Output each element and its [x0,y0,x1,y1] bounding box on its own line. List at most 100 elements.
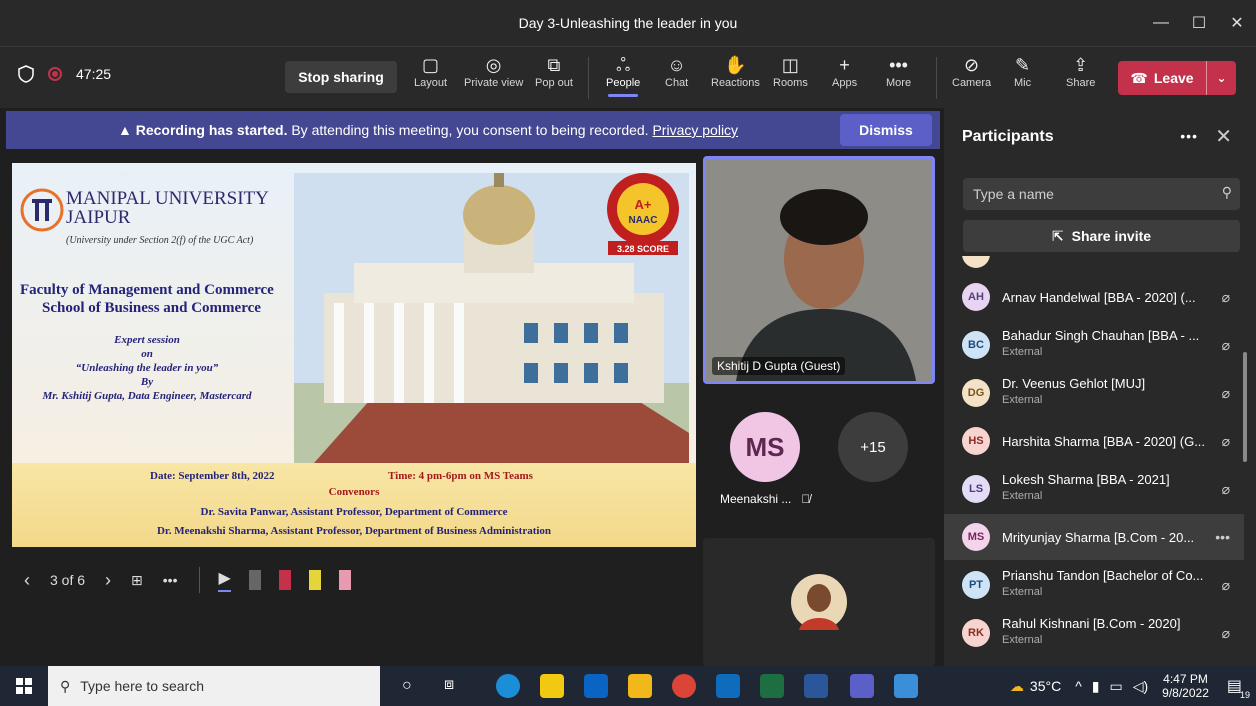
taskbar-search-input[interactable]: ⚲ Type here to search [48,666,380,706]
red-pen-icon[interactable] [278,570,291,590]
event-date: Date: September 8th, 2022 [150,470,275,482]
more-button[interactable]: ••• More [886,53,911,89]
participant-photo [791,574,847,630]
banner-bold: Recording has started. [135,122,288,138]
reactions-button[interactable]: ✋ Reactions [711,53,760,89]
layout-button[interactable]: ▢ Layout [414,53,447,89]
event-time: Time: 4 pm-6pm on MS Teams [388,470,533,482]
more-options-icon[interactable]: ••• [1215,529,1230,545]
maximize-button[interactable]: ☐ [1180,0,1218,46]
previous-slide-button[interactable]: ‹ [24,570,30,591]
search-icon: ⚲ [1221,184,1232,200]
close-icon[interactable]: ✕ [1215,124,1232,149]
participant-avatar-ms[interactable]: MS [730,412,800,482]
mic-off-icon: 🎙̸ [801,492,811,506]
next-slide-button[interactable]: › [105,570,111,591]
minimize-button[interactable]: — [1142,0,1180,46]
windows-taskbar: ⚲ Type here to search ○ ⧈ ☁ 35°C ^ ▮ ▭ ◁… [0,666,1256,706]
meeting-stage: MANIPAL UNIVERSITY JAIPUR (University un… [0,150,944,666]
clock[interactable]: 4:47 PM 9/8/2022 [1162,672,1209,700]
cortana-icon[interactable]: ○ [402,677,412,695]
store-icon[interactable] [540,674,564,698]
list-item[interactable]: RK Rahul Kishnani [B.Com - 2020] Externa… [944,610,1244,656]
word-icon[interactable] [804,674,828,698]
chevron-down-icon[interactable]: ⌄ [1206,61,1236,95]
participant-list-scrollbar[interactable] [1243,352,1247,462]
mic-tray-icon: ▮ [1091,677,1100,694]
banner-text: By attending this meeting, you consent t… [291,122,649,138]
windows-start-icon[interactable] [16,678,32,694]
volume-icon[interactable]: ◁) [1133,678,1148,695]
notification-icon[interactable]: ▤ 19 [1227,676,1250,700]
more-slide-options-icon[interactable]: ••• [163,572,178,588]
excel-icon[interactable] [760,674,784,698]
chrome-icon[interactable] [672,674,696,698]
apps-button[interactable]: + Apps [832,53,857,89]
convenors-heading: Convenors [328,486,380,498]
list-item[interactable]: PT Prianshu Tandon [Bachelor of Co... Ex… [944,562,1244,608]
panel-title: Participants [962,128,1054,145]
grid-view-icon[interactable]: ⊞ [131,572,143,589]
hand-icon: ✋ [724,55,747,75]
network-icon[interactable]: ▭ [1109,678,1122,695]
teams-icon[interactable] [850,674,874,698]
photos-icon[interactable] [894,674,918,698]
shield-icon[interactable] [18,65,34,83]
close-window-button[interactable]: ✕ [1218,0,1256,46]
mic-off-icon: ⌀ [1221,624,1230,641]
pop-out-button[interactable]: ⧉ Pop out [535,53,573,89]
list-item[interactable]: DG Dr. Veenus Gehlot [MUJ] External ⌀ [944,370,1244,416]
highlighter-icon[interactable] [308,570,321,590]
chevron-up-icon[interactable]: ^ [1075,678,1082,694]
convenor-1: Dr. Savita Panwar, Assistant Professor, … [200,506,508,518]
mic-off-icon: ⌀ [1221,336,1230,353]
stop-sharing-button[interactable]: Stop sharing [285,61,397,93]
window-title: Day 3-Unleashing the leader in you [518,15,738,31]
svg-text:NAAC: NAAC [629,215,658,226]
panel-more-icon[interactable]: ••• [1180,128,1198,144]
chat-icon: ☺ [667,55,686,75]
slide-counter: 3 of 6 [50,572,86,588]
participant-search-input[interactable]: Type a name ⚲ [963,178,1240,210]
camera-button[interactable]: ⊘ Camera [952,53,991,89]
participant-video-tile[interactable] [703,538,935,666]
phone-hangup-icon: ☎ [1130,69,1148,86]
speaker-video-tile[interactable]: Kshitij D Gupta (Guest) [703,156,935,384]
list-item[interactable]: BC Bahadur Singh Chauhan [BBA - ... Exte… [944,322,1244,368]
file-explorer-icon[interactable] [628,674,652,698]
rooms-button[interactable]: ◫ Rooms [773,53,808,89]
list-item[interactable]: LS Lokesh Sharma [BBA - 2021] External ⌀ [944,466,1244,512]
leave-button[interactable]: ☎ Leave ⌄ [1118,61,1236,95]
share-button[interactable]: ⇪ Share [1066,53,1095,89]
participant-tile-name: Meenakshi ... 🎙̸ [720,492,811,506]
mail-icon[interactable] [584,674,608,698]
svg-text:A+: A+ [635,197,652,212]
list-item[interactable]: MS Mrityunjay Sharma [B.Com - 20... ••• [944,514,1244,560]
outlook-icon[interactable] [716,674,740,698]
mic-off-icon: ✎ [1015,55,1031,75]
title-bar: Day 3-Unleashing the leader in you — ☐ ✕ [0,0,1256,46]
task-view-icon[interactable]: ⧈ [444,676,454,694]
pink-pen-icon[interactable] [338,570,351,590]
private-view-button[interactable]: ◎ Private view [464,53,523,89]
list-item[interactable]: AH Arnav Handelwal [BBA - 2020] (... ⌀ [944,274,1244,320]
dismiss-button[interactable]: Dismiss [840,114,932,146]
mic-off-icon: ⌀ [1221,432,1230,449]
more-icon: ••• [889,55,908,75]
recording-banner: ▲ Recording has started. By attending th… [6,111,940,149]
eraser-icon[interactable] [248,570,261,590]
laser-pointer-icon[interactable]: ▶ [218,568,231,592]
chat-button[interactable]: ☺ Chat [665,53,688,89]
svg-text:3.28 SCORE: 3.28 SCORE [617,244,669,254]
list-item [944,256,1244,270]
overflow-participants-button[interactable]: +15 [838,412,908,482]
mic-button[interactable]: ✎ Mic [1014,53,1031,89]
share-invite-button[interactable]: ⇱ Share invite [963,220,1240,252]
speaker-video [706,159,932,381]
privacy-policy-link[interactable]: Privacy policy [652,122,738,138]
edge-icon[interactable] [496,674,520,698]
people-button[interactable]: ஃ People [606,53,640,97]
speaker-name: Kshitij D Gupta (Guest) [712,357,846,375]
session-details: Expert session on “Unleashing the leader… [42,334,252,402]
list-item[interactable]: HS Harshita Sharma [BBA - 2020] (G... ⌀ [944,418,1244,464]
